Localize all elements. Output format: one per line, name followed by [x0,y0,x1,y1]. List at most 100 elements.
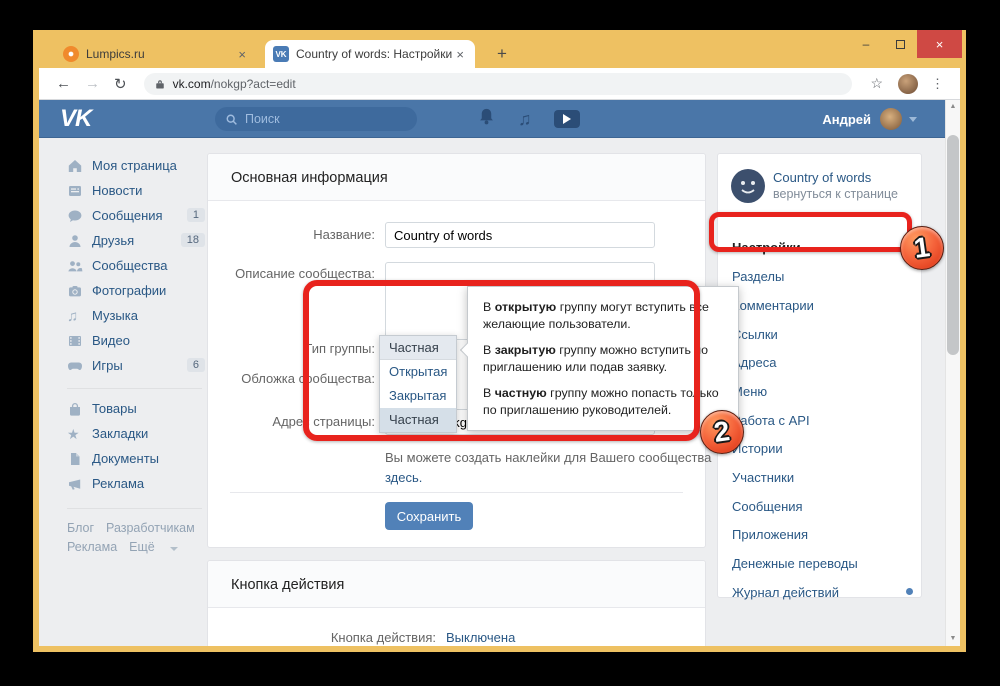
tab-lumpics[interactable]: Lumpics.ru × [55,40,257,68]
music-icon[interactable]: ♫ [518,109,532,130]
footer-link-blog[interactable]: Блог [67,521,94,535]
tab-vk-settings[interactable]: VK Country of words: Настройки × [265,40,475,68]
shopping-bag-icon [67,401,83,417]
sidebar-item-market[interactable]: Товары [55,397,207,422]
screenshot-stage: Lumpics.ru × VK Country of words: Настро… [0,0,1000,686]
footer-link-developers[interactable]: Разработчикам [106,521,195,535]
browser-titlebar: Lumpics.ru × VK Country of words: Настро… [33,30,966,68]
vk-search-box[interactable] [215,107,417,131]
badge: 1 [187,208,205,222]
star-icon: ★ [67,426,83,442]
gamepad-icon [67,358,83,374]
video-play-icon[interactable] [554,110,580,128]
browser-window: Lumpics.ru × VK Country of words: Настро… [33,30,966,652]
sidebar-item-bookmarks[interactable]: ★ Закладки [55,422,207,447]
vk-user-menu[interactable]: Андрей [822,100,917,138]
sidebar-divider [67,388,202,389]
settings-menu-item-log[interactable]: Журнал действий [732,585,839,600]
tooltip-paragraph: В открытую группу могут вступить все жел… [483,299,723,332]
settings-menu-item-sections[interactable]: Разделы [732,269,784,284]
chevron-down-icon [909,117,917,122]
play-triangle-icon [563,114,571,124]
group-name-link[interactable]: Country of words [773,170,871,185]
minimize-button[interactable]: – [849,30,883,58]
sidebar-footer-row2: Реклама Ещё [67,540,178,554]
vk-header: VK ♫ Андрей [39,100,945,138]
dropdown-option-closed[interactable]: Закрытая [380,384,456,408]
footer-link-more[interactable]: Ещё [129,540,155,554]
scroll-down-icon[interactable]: ▼ [946,632,960,646]
vk-header-icons: ♫ [477,100,602,138]
settings-menu-item-stories[interactable]: Истории [732,441,783,456]
sidebar-item-my-page[interactable]: Моя страница [55,154,207,179]
reload-button[interactable]: ↻ [114,75,127,93]
sidebar-item-music[interactable]: ♫ Музыка [55,304,207,329]
sidebar-item-friends[interactable]: Друзья18 [55,229,207,254]
sidebar-divider [67,508,202,509]
section-title: Основная информация [231,170,388,186]
browser-menu-icon[interactable]: ⋮ [931,76,944,92]
tooltip-paragraph: В закрытую группу можно вступить по приг… [483,342,723,375]
sidebar-item-documents[interactable]: Документы [55,447,207,472]
vk-logo[interactable]: VK [60,105,91,133]
address-bar[interactable]: vk.com/nokgp?act=edit [144,73,853,95]
vk-page: Моя страница Новости Сообщения1 Друзья18 [39,138,945,646]
dropdown-option-open[interactable]: Открытая [380,360,456,384]
stickers-link[interactable]: здесь. [385,470,422,485]
back-to-page-link[interactable]: вернуться к странице [773,187,898,201]
settings-menu-item-api[interactable]: Работа с API [732,413,810,428]
maximize-button[interactable] [883,30,917,58]
bookmark-star-icon[interactable]: ☆ [870,75,883,92]
film-icon [67,333,83,349]
new-tab-button[interactable]: + [490,42,514,66]
close-window-button[interactable]: × [917,30,962,58]
settings-menu-item-apps[interactable]: Приложения [732,527,808,542]
footer-link-ads[interactable]: Реклама [67,540,117,554]
group-avatar[interactable] [731,169,765,203]
toolbar-right: ☆ ⋮ [862,74,950,94]
dropdown-selected-value[interactable]: Частная [380,336,456,360]
sidebar-item-messages[interactable]: Сообщения1 [55,204,207,229]
group-name-input[interactable] [385,222,655,248]
sidebar-item-video[interactable]: Видео [55,329,207,354]
tab-close-icon[interactable]: × [453,47,467,62]
scrollbar-thumb[interactable] [947,135,959,355]
browser-profile-avatar[interactable] [898,74,918,94]
vk-user-avatar [880,108,902,130]
settings-menu-item-settings[interactable]: Настройки [732,240,801,255]
browser-viewport: VK ♫ Андрей [39,100,960,646]
card-header: Основная информация [208,154,705,201]
settings-menu-item-money[interactable]: Денежные переводы [732,556,858,571]
window-controls: – × [849,30,962,58]
save-button[interactable]: Сохранить [385,502,473,530]
back-button[interactable]: ← [56,75,71,92]
action-button-value[interactable]: Выключена [446,630,515,645]
chrome-body: ← → ↻ vk.com/nokgp?act=edit ☆ ⋮ VK [39,68,960,646]
cover-label: Обложка сообщества: [189,371,375,386]
forward-button[interactable]: → [85,75,100,92]
sidebar-item-communities[interactable]: Сообщества [55,254,207,279]
action-button-label: Кнопка действия: [189,630,436,645]
sidebar-item-photos[interactable]: Фотографии [55,279,207,304]
tab-title: Country of words: Настройки [296,47,453,61]
page-scrollbar[interactable]: ▲ ▼ [945,100,960,646]
settings-menu-item-comments[interactable]: Комментарии [732,298,814,313]
notifications-bell-icon[interactable] [477,107,496,131]
people-icon [67,258,83,274]
tab-title: Lumpics.ru [86,47,235,61]
settings-menu-item-messages[interactable]: Сообщения [732,499,803,514]
search-input[interactable] [245,112,395,126]
camera-icon [67,283,83,299]
document-icon [67,451,83,467]
settings-menu-item-members[interactable]: Участники [732,470,794,485]
vk-favicon-icon: VK [273,46,289,62]
scroll-up-icon[interactable]: ▲ [946,100,960,114]
form-divider [230,492,683,493]
tab-close-icon[interactable]: × [235,47,249,62]
dropdown-option-private[interactable]: Частная [380,408,456,432]
sidebar-item-games[interactable]: Игры6 [55,354,207,379]
sidebar-item-news[interactable]: Новости [55,179,207,204]
address-label: Адрес страницы: [189,414,375,429]
search-icon [225,113,238,126]
sidebar-item-ads[interactable]: Реклама [55,472,207,497]
